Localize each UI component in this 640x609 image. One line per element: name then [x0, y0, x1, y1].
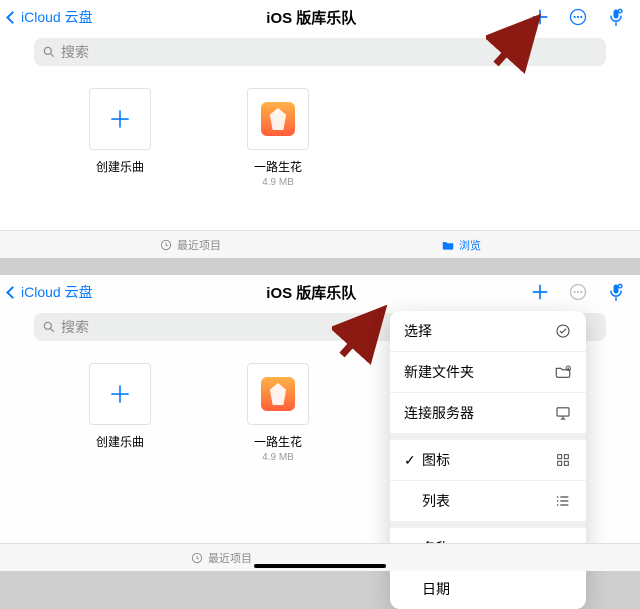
add-button[interactable] — [530, 7, 550, 27]
tab-label: 浏览 — [459, 237, 481, 253]
search-placeholder: 搜索 — [61, 42, 89, 62]
plus-icon — [107, 106, 133, 132]
grid-icon — [554, 451, 572, 469]
folder-icon — [441, 238, 455, 252]
navbar-actions — [530, 7, 626, 27]
checkmark-circle-icon — [554, 322, 572, 340]
plus-icon — [530, 7, 550, 27]
add-button[interactable] — [530, 282, 550, 302]
blank-icon — [554, 580, 572, 598]
more-button[interactable] — [568, 282, 588, 302]
back-button[interactable]: iCloud 云盘 — [8, 7, 93, 27]
plus-icon — [107, 381, 133, 407]
tile-size: 4.9 MB — [228, 177, 328, 188]
menu-select[interactable]: 选择 — [390, 311, 586, 352]
check-icon: ✓ — [404, 452, 416, 469]
navbar: iCloud 云盘 iOS 版库乐队 — [0, 0, 640, 34]
dictate-button[interactable] — [606, 282, 626, 302]
file-thumb — [247, 363, 309, 425]
back-label: iCloud 云盘 — [21, 7, 93, 27]
create-song-tile[interactable]: 创建乐曲 — [70, 363, 170, 463]
page-title: iOS 版库乐队 — [93, 7, 530, 28]
tile-size: 4.9 MB — [228, 452, 328, 463]
create-thumb — [89, 88, 151, 150]
tile-label: 创建乐曲 — [70, 158, 170, 175]
navbar-actions — [530, 282, 626, 302]
tile-label: 一路生花 — [228, 433, 328, 450]
panel-before: iCloud 云盘 iOS 版库乐队 搜索 创建乐曲 — [0, 0, 640, 258]
menu-label: 图标 — [422, 450, 450, 470]
tile-label: 一路生花 — [228, 158, 328, 175]
menu-label: 连接服务器 — [404, 403, 474, 423]
search-icon — [42, 320, 56, 334]
search-icon — [42, 45, 56, 59]
list-icon — [554, 492, 572, 510]
more-button[interactable] — [568, 7, 588, 27]
display-icon — [554, 404, 572, 422]
garageband-icon — [261, 102, 295, 136]
clock-icon — [159, 238, 173, 252]
panel-after: iCloud 云盘 iOS 版库乐队 搜索 创建乐曲 — [0, 275, 640, 571]
garageband-icon — [261, 377, 295, 411]
create-song-tile[interactable]: 创建乐曲 — [70, 88, 170, 188]
menu-label: 新建文件夹 — [404, 362, 474, 382]
file-thumb — [247, 88, 309, 150]
tab-bar: 最近项目 浏览 — [0, 230, 640, 258]
ellipsis-circle-icon — [568, 282, 588, 302]
page-title: iOS 版库乐队 — [93, 282, 530, 303]
search-placeholder: 搜索 — [61, 317, 89, 337]
menu-view-list[interactable]: ✓列表 — [390, 481, 586, 522]
back-button[interactable]: iCloud 云盘 — [8, 282, 93, 302]
tab-label: 最近项目 — [208, 550, 252, 566]
navbar: iCloud 云盘 iOS 版库乐队 — [0, 275, 640, 309]
search-input[interactable]: 搜索 — [34, 38, 606, 66]
tab-recent[interactable]: 最近项目 — [159, 237, 221, 253]
menu-sort-date[interactable]: ✓日期 — [390, 569, 586, 609]
plus-icon — [530, 282, 550, 302]
search-container: 搜索 — [0, 34, 640, 70]
menu-label: 日期 — [422, 579, 450, 599]
menu-new-folder[interactable]: 新建文件夹 — [390, 352, 586, 393]
menu-label: 列表 — [422, 491, 450, 511]
mic-icon — [606, 282, 626, 302]
menu-connect-server[interactable]: 连接服务器 — [390, 393, 586, 434]
chevron-left-icon — [6, 11, 19, 24]
ellipsis-circle-icon — [568, 7, 588, 27]
file-grid: 创建乐曲 一路生花 4.9 MB — [0, 70, 640, 188]
tile-label: 创建乐曲 — [70, 433, 170, 450]
song-file-tile[interactable]: 一路生花 4.9 MB — [228, 363, 328, 463]
clock-icon — [190, 551, 204, 565]
folder-plus-icon — [554, 363, 572, 381]
chevron-left-icon — [6, 286, 19, 299]
song-file-tile[interactable]: 一路生花 4.9 MB — [228, 88, 328, 188]
menu-label: 选择 — [404, 321, 432, 341]
tab-browse[interactable]: 浏览 — [441, 237, 481, 253]
menu-view-icons[interactable]: ✓ 图标 — [390, 440, 586, 481]
mic-icon — [606, 7, 626, 27]
tab-label: 最近项目 — [177, 237, 221, 253]
dictate-button[interactable] — [606, 7, 626, 27]
back-label: iCloud 云盘 — [21, 282, 93, 302]
home-indicator — [254, 564, 386, 568]
create-thumb — [89, 363, 151, 425]
panel-separator — [0, 258, 640, 275]
tab-recent[interactable]: 最近项目 — [190, 550, 252, 566]
